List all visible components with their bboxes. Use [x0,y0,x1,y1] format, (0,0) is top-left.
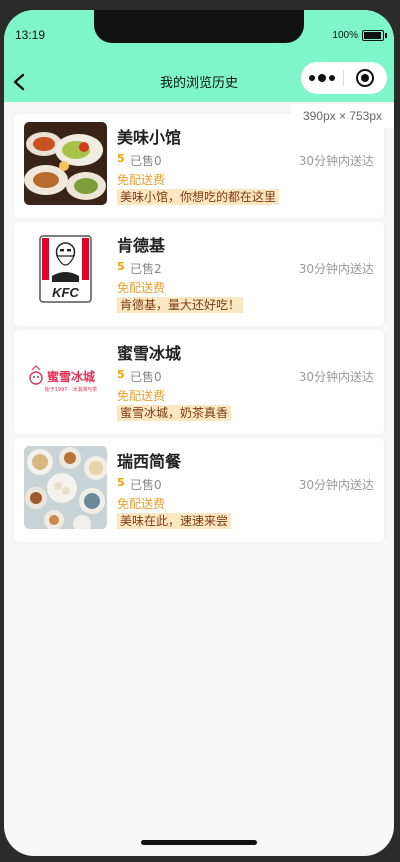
device-notch [94,10,304,43]
mini-program-capsule [301,62,387,94]
food-photo-icon [24,122,107,205]
kfc-logo-icon: KFC [24,230,107,313]
svg-text:KFC: KFC [52,285,79,300]
more-dots-icon [318,74,326,82]
size-tag: 390px × 753px [291,104,394,128]
shop-card[interactable]: 蜜雪冰城 始于1997 · 冰淇淋与茶 蜜雪冰城 5 已售0 30分钟内送达 免… [14,330,384,434]
shop-rating: 5 [117,368,125,381]
status-time: 13:19 [15,28,46,42]
more-dots-icon [329,75,335,81]
delivery-time: 30分钟内送达 [298,370,374,384]
shop-thumbnail: 蜜雪冰城 始于1997 · 冰淇淋与茶 [24,338,107,421]
phone-screen: 13:19 100% 我的浏览历史 美味小馆 5 已售0 30分钟内送达 免配送… [4,10,394,856]
shop-sold-count: 已售0 [130,370,162,384]
shop-card[interactable]: KFC 肯德基 5 已售2 30分钟内送达 免配送费 肯德基，量大还好吃！ [14,222,384,326]
status-battery: 100% [332,30,387,41]
shop-sold-count: 已售2 [130,262,162,276]
shop-slogan: 蜜雪冰城，奶茶真香 [117,405,232,421]
free-delivery-label: 免配送费 [117,389,166,403]
mixue-logo-icon: 蜜雪冰城 始于1997 · 冰淇淋与茶 [24,338,107,421]
free-delivery-label: 免配送费 [117,281,166,295]
delivery-time: 30分钟内送达 [298,478,374,492]
shop-slogan: 美味小馆，你想吃的都在这里 [117,189,280,205]
shop-rating: 5 [117,152,125,165]
more-button[interactable] [301,74,343,82]
shop-name: 美味小馆 [117,128,182,147]
shop-name: 瑞西简餐 [117,452,182,471]
home-indicator [141,840,257,845]
shop-card[interactable]: 美味小馆 5 已售0 30分钟内送达 免配送费 美味小馆，你想吃的都在这里 [14,114,384,218]
shop-rating: 5 [117,260,125,273]
delivery-time: 30分钟内送达 [298,262,374,276]
battery-percent: 100% [332,30,358,41]
history-list: 美味小馆 5 已售0 30分钟内送达 免配送费 美味小馆，你想吃的都在这里 KF… [14,114,384,546]
shop-slogan: 肯德基，量大还好吃！ [117,297,244,313]
close-target-icon [356,69,374,87]
dim-sum-photo-icon [24,446,107,529]
free-delivery-label: 免配送费 [117,173,166,187]
shop-rating: 5 [117,476,125,489]
svg-text:始于1997 · 冰淇淋与茶: 始于1997 · 冰淇淋与茶 [45,386,98,393]
battery-icon [362,30,387,41]
more-dots-icon [309,75,315,81]
shop-card[interactable]: 瑞西简餐 5 已售0 30分钟内送达 免配送费 美味在此，速速来尝 [14,438,384,542]
shop-sold-count: 已售0 [130,154,162,168]
shop-name: 蜜雪冰城 [117,344,182,363]
shop-thumbnail [24,122,107,205]
shop-thumbnail [24,446,107,529]
shop-slogan: 美味在此，速速来尝 [117,513,232,529]
free-delivery-label: 免配送费 [117,497,166,511]
shop-sold-count: 已售0 [130,478,162,492]
svg-text:蜜雪冰城: 蜜雪冰城 [47,369,95,384]
close-mini-program-button[interactable] [344,69,386,87]
shop-thumbnail: KFC [24,230,107,313]
shop-name: 肯德基 [117,236,166,255]
delivery-time: 30分钟内送达 [298,154,374,168]
